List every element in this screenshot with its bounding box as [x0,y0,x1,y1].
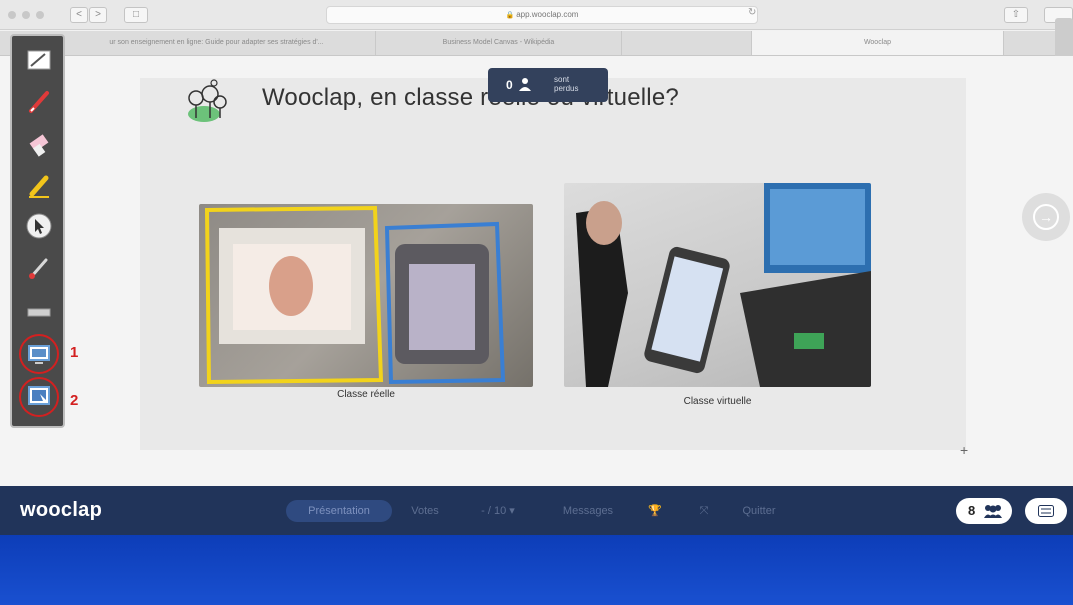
forward-button[interactable]: > [89,7,107,23]
presentation-button[interactable]: Présentation [286,500,392,522]
laser-pen-icon[interactable] [25,254,53,282]
person-icon [519,78,531,91]
trophy-icon[interactable]: 🏆 [640,500,670,522]
quit-button[interactable]: Quitter [726,500,792,522]
window-zoom-button[interactable] [36,11,44,19]
participants-count: 8 [968,503,976,518]
next-slide-button[interactable]: → [1022,193,1070,241]
tab-wikipedia[interactable]: Business Model Canvas - Wikipédia [376,31,622,55]
highlighter-icon[interactable] [25,172,53,200]
pointer-icon[interactable] [25,212,53,240]
annotation-number-1: 1 [70,344,79,361]
lost-label-line1: sont [554,75,570,84]
wooclap-logo: wooclap [20,499,103,521]
bottom-background [0,535,1073,605]
keyboard-shortcuts-button[interactable] [1025,498,1067,524]
url-bar[interactable]: 🔒 app.wooclap.com [326,6,758,24]
sidebar-toggle-button[interactable]: □ [124,7,148,23]
browser-toolbar: < > □ 🔒 app.wooclap.com ↻ ⇧ [0,0,1073,30]
annotation-circle-2 [19,377,59,417]
ruler-icon[interactable] [25,298,53,326]
whiteboard-icon[interactable] [25,46,53,74]
page-selector[interactable]: - / 10 ▾ [458,500,538,522]
annotation-circle-1 [19,334,59,374]
extension-icon[interactable] [1055,18,1073,60]
lost-label: sont perdus [554,75,578,93]
presenter-bar: wooclap Présentation Votes - / 10 ▾ Mess… [0,486,1073,535]
virtual-classroom-image [564,183,871,387]
share-button[interactable]: ⇧ [1004,7,1028,23]
window-close-button[interactable] [8,11,16,19]
annotation-number-2: 2 [70,392,79,409]
tab-label: Wooclap [863,39,892,46]
messages-button[interactable]: Messages [548,500,628,522]
presentation-stage: Wooclap, en classe réelle ou virtuelle? … [0,56,1073,486]
arrow-right-icon: → [1033,204,1059,230]
drawing-toolbar [10,34,65,428]
eraser-icon[interactable] [25,130,53,158]
real-classroom-image [199,204,533,387]
slide-title: Wooclap, en classe réelle ou virtuelle? [262,84,679,111]
red-pen-icon[interactable] [25,88,53,116]
virtual-classroom-caption: Classe virtuelle [683,396,752,407]
participants-counter[interactable]: 8 [956,498,1012,524]
fullscreen-icon[interactable]: ⤧ [690,500,718,522]
tab-wooclap[interactable]: Wooclap [752,31,1004,55]
lost-participants-badge[interactable]: 0 sont perdus [488,68,608,102]
slide: Wooclap, en classe réelle ou virtuelle? … [140,78,966,450]
lost-label-line2: perdus [554,84,579,93]
back-button[interactable]: < [70,7,88,23]
url-text: app.wooclap.com [516,10,579,19]
participants-icon [984,505,1002,518]
lock-icon: 🔒 [505,12,517,19]
trees-illustration-icon [188,79,227,122]
tab-bar: ur son enseignement en ligne: Guide pour… [0,31,1073,56]
plus-icon: + [960,442,969,458]
tab-empty[interactable] [622,31,752,55]
real-classroom-caption: Classe réelle [337,389,395,400]
reload-icon[interactable]: ↻ [748,7,756,18]
keyboard-icon [1038,505,1054,517]
lost-count: 0 [506,78,513,92]
tab-label: ur son enseignement en ligne: Guide pour… [109,39,324,46]
window-minimize-button[interactable] [22,11,30,19]
tab-guide[interactable]: ur son enseignement en ligne: Guide pour… [58,31,376,55]
votes-button[interactable]: Votes [400,500,450,522]
tab-label: Business Model Canvas - Wikipédia [442,39,555,46]
